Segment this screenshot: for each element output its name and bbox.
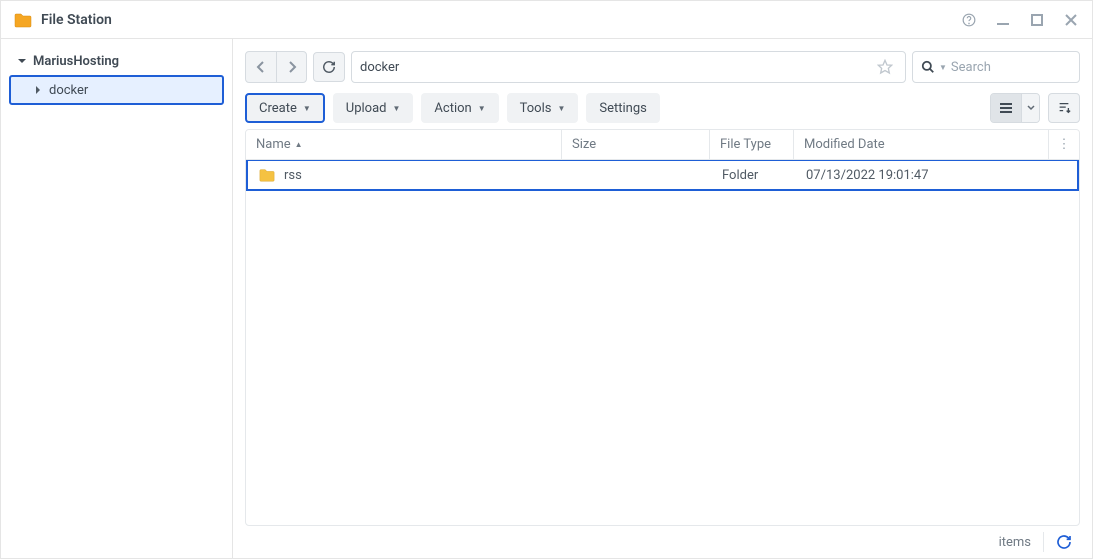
favorite-icon[interactable]: [873, 59, 897, 75]
chevron-down-icon: ▼: [478, 104, 486, 113]
nav-group: [245, 51, 307, 83]
minimize-icon[interactable]: [994, 11, 1012, 29]
column-name[interactable]: Name▲: [246, 130, 562, 159]
refresh-button[interactable]: [313, 52, 345, 82]
sort-button[interactable]: [1048, 93, 1080, 123]
chevron-down-icon: ▼: [393, 104, 401, 113]
column-type[interactable]: File Type: [710, 130, 794, 159]
help-icon[interactable]: [960, 11, 978, 29]
chevron-down-icon: ▼: [557, 104, 565, 113]
file-table: Name▲ Size File Type Modified Date ⋮ rss…: [245, 129, 1080, 526]
tree-root-label: MariusHosting: [33, 54, 119, 69]
search-box[interactable]: ▼: [912, 51, 1080, 83]
items-label: items: [999, 535, 1031, 550]
tree-item-docker[interactable]: docker: [9, 75, 224, 105]
folder-icon: [258, 167, 276, 183]
titlebar: File Station: [1, 1, 1092, 39]
path-bar[interactable]: [351, 51, 906, 83]
footer-refresh-icon[interactable]: [1043, 532, 1072, 552]
tools-button[interactable]: Tools▼: [507, 93, 579, 123]
file-modified: 07/13/2022 19:01:47: [806, 168, 929, 183]
column-modified[interactable]: Modified Date: [794, 130, 1049, 159]
column-size[interactable]: Size: [562, 130, 710, 159]
caret-right-icon: [31, 85, 45, 95]
view-dropdown-button[interactable]: [1021, 94, 1039, 122]
caret-down-icon: [15, 56, 29, 66]
forward-button[interactable]: [276, 52, 306, 82]
upload-button[interactable]: Upload▼: [333, 93, 414, 123]
table-row[interactable]: rss Folder 07/13/2022 19:01:47: [246, 159, 1079, 191]
file-type: Folder: [722, 168, 758, 183]
settings-button[interactable]: Settings: [586, 93, 659, 123]
file-name: rss: [284, 168, 302, 183]
view-mode-group: [990, 93, 1040, 123]
sort-asc-icon: ▲: [295, 140, 303, 149]
maximize-icon[interactable]: [1028, 11, 1046, 29]
tree-item-label: docker: [49, 83, 88, 98]
app-icon: [13, 10, 33, 30]
window-title: File Station: [41, 12, 960, 28]
search-caret-icon[interactable]: ▼: [939, 63, 947, 72]
close-icon[interactable]: [1062, 11, 1080, 29]
search-icon: [921, 60, 935, 74]
action-button[interactable]: Action▼: [421, 93, 498, 123]
search-input[interactable]: [951, 60, 1092, 75]
path-input[interactable]: [360, 60, 873, 75]
sidebar: MariusHosting docker: [1, 39, 233, 558]
list-view-button[interactable]: [991, 94, 1021, 122]
column-menu-icon[interactable]: ⋮: [1049, 137, 1079, 152]
chevron-down-icon: ▼: [303, 104, 311, 113]
status-bar: items: [245, 526, 1080, 558]
tree-root[interactable]: MariusHosting: [9, 47, 224, 75]
create-button[interactable]: Create▼: [245, 93, 325, 123]
back-button[interactable]: [246, 52, 276, 82]
